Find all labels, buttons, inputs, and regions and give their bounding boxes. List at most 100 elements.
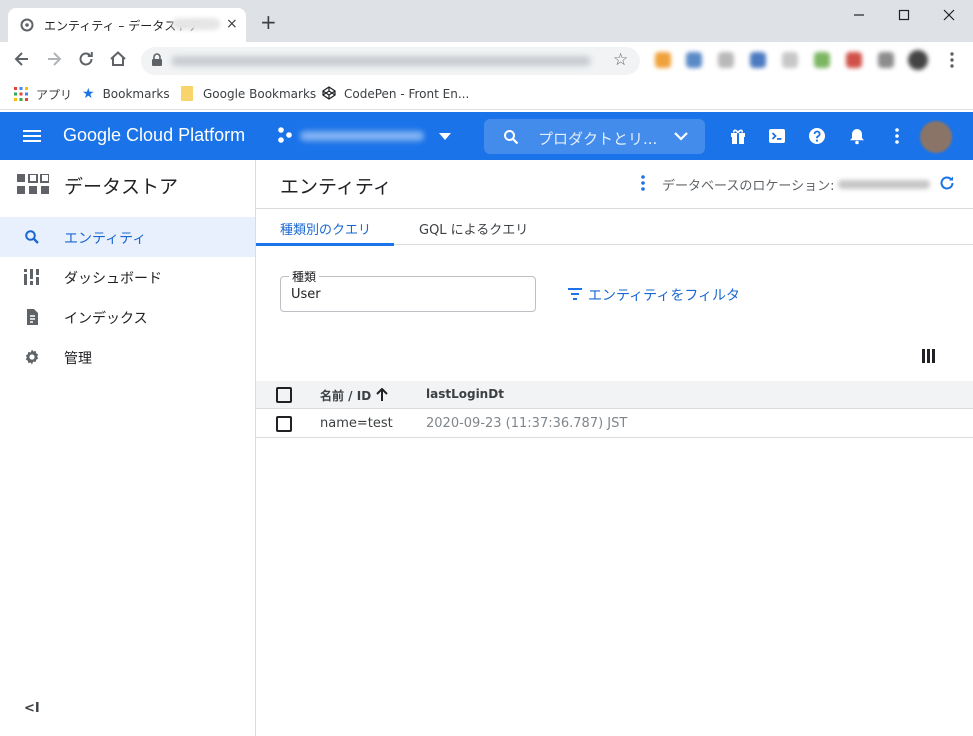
cloud-shell-icon[interactable] [768,127,786,145]
bookmark-label: Google Bookmarks [203,87,317,101]
sidebar-item-label: エンティティ [64,231,147,247]
table-header-row: 名前 / ID lastLoginDt [256,381,973,409]
extension-icon[interactable] [655,52,671,68]
browser-tab[interactable]: エンティティ – データストア × [8,8,246,42]
project-nodes-icon [278,127,292,143]
dashboard-icon [24,269,39,285]
column-display-options-icon[interactable] [922,349,935,363]
bookmark-google-bookmarks[interactable]: Google Bookmarks [181,86,316,101]
extension-icon[interactable] [750,52,766,68]
bookmark-label: Bookmarks [102,87,170,101]
folder-icon [181,86,193,101]
account-avatar[interactable] [920,121,952,153]
column-header-lastlogindt[interactable]: lastLoginDt [426,387,504,401]
sidebar-item-dashboard[interactable]: ダッシュボード [0,257,255,297]
home-icon[interactable] [108,49,128,69]
more-vert-icon[interactable] [636,174,650,192]
entity-lastlogindt-value: 2020-09-23 (11:37:36.787) JST [426,416,628,431]
window-close-icon[interactable] [942,8,956,22]
bookmark-label: アプリ [36,88,73,102]
url-redacted [171,56,591,66]
reload-icon[interactable] [76,49,96,69]
gcp-brand-title[interactable]: Google Cloud Platform [63,125,245,146]
collapse-sidebar-button[interactable]: <I [24,701,40,716]
gear-icon [25,349,39,365]
gcp-header: Google Cloud Platform プロダクトとリ... [0,112,973,160]
product-title: データストア [64,176,179,198]
database-location-label: データベースのロケーション: [662,179,835,194]
notifications-bell-icon[interactable] [848,127,866,145]
chevron-down-icon [439,133,451,140]
more-vert-icon[interactable] [888,127,906,145]
kind-field-label: 種類 [289,268,320,285]
filter-icon [568,288,582,300]
extension-icon[interactable] [782,52,798,68]
sidebar-item-label: インデックス [64,311,148,327]
codepen-icon [322,86,336,100]
browser-toolbar: ☆ [0,42,973,78]
maximize-icon[interactable] [897,8,911,22]
search-products-input[interactable]: プロダクトとリ... [484,119,705,154]
hamburger-menu-icon[interactable] [22,126,42,146]
project-name-redacted [300,131,424,141]
star-icon: ★ [82,86,95,102]
datastore-product-icon [17,174,49,194]
table-row: name=test 2020-09-23 (11:37:36.787) JST [256,409,973,438]
main-content: エンティティ データベースのロケーション: 種類別のクエリ GQL によるクエリ… [256,160,973,736]
index-icon [27,309,38,325]
help-icon[interactable] [808,127,826,145]
sidebar-item-label: 管理 [64,351,92,367]
tab-label: 種類別のクエリ [280,223,372,238]
database-location-info: データベースのロケーション: [636,174,966,194]
search-icon [504,130,519,145]
extension-icon[interactable] [814,52,830,68]
row-checkbox[interactable] [276,416,292,432]
forward-icon[interactable] [44,49,64,69]
datastore-favicon-icon [20,18,34,32]
refresh-icon[interactable] [938,174,956,192]
browser-tab-strip: エンティティ – データストア × + [0,0,973,42]
entity-name-link[interactable]: name=test [320,416,393,431]
search-icon [25,230,39,244]
lock-icon [152,53,162,66]
chevron-down-icon[interactable] [673,131,689,143]
extension-icon[interactable] [718,52,734,68]
tab-query-by-kind[interactable]: 種類別のクエリ [256,209,394,246]
back-icon[interactable] [12,49,32,69]
filter-entities-label: エンティティをフィルタ [588,288,741,304]
profile-avatar-icon[interactable] [908,50,928,70]
chrome-menu-icon[interactable] [944,51,960,69]
select-all-checkbox[interactable] [276,387,292,403]
sidebar-item-label: ダッシュボード [64,271,162,287]
bookmark-apps[interactable]: アプリ [14,86,72,103]
bookmark-codepen[interactable]: CodePen - Front En... [322,86,469,101]
gift-icon[interactable] [729,127,747,145]
sidebar-item-entities[interactable]: エンティティ [0,217,255,257]
tab-close-icon[interactable]: × [226,16,238,32]
bookmark-label: CodePen - Front En... [344,87,470,101]
bookmark-bookmarks[interactable]: ★ Bookmarks [82,86,170,102]
sort-ascending-icon[interactable] [376,388,388,402]
query-tabs: 種類別のクエリ GQL によるクエリ [256,209,973,246]
bookmark-star-icon[interactable]: ☆ [613,50,628,70]
tab-query-by-gql[interactable]: GQL によるクエリ [394,209,544,245]
sidebar-item-indexes[interactable]: インデックス [0,297,255,337]
tab-label: GQL によるクエリ [419,223,529,238]
new-tab-button[interactable]: + [260,12,277,32]
extension-icon[interactable] [846,52,862,68]
tab-title-redacted [172,18,220,30]
column-header-name-id[interactable]: 名前 / ID [320,387,371,404]
extension-icon[interactable] [686,52,702,68]
sidebar: データストア エンティティ ダッシュボード インデックス 管理 <I [0,160,256,736]
search-placeholder: プロダクトとリ... [538,130,658,148]
database-location-redacted [838,180,930,189]
bookmarks-bar: アプリ ★ Bookmarks Google Bookmarks CodePen … [0,78,973,110]
minimize-icon[interactable] [852,8,866,22]
apps-grid-icon [14,87,28,101]
kind-field-value: User [291,287,321,302]
page-title: エンティティ [280,176,392,198]
kind-select-field[interactable]: 種類 User [280,268,536,312]
address-bar[interactable]: ☆ [141,47,640,75]
extension-icon[interactable] [878,52,894,68]
sidebar-item-admin[interactable]: 管理 [0,337,255,377]
